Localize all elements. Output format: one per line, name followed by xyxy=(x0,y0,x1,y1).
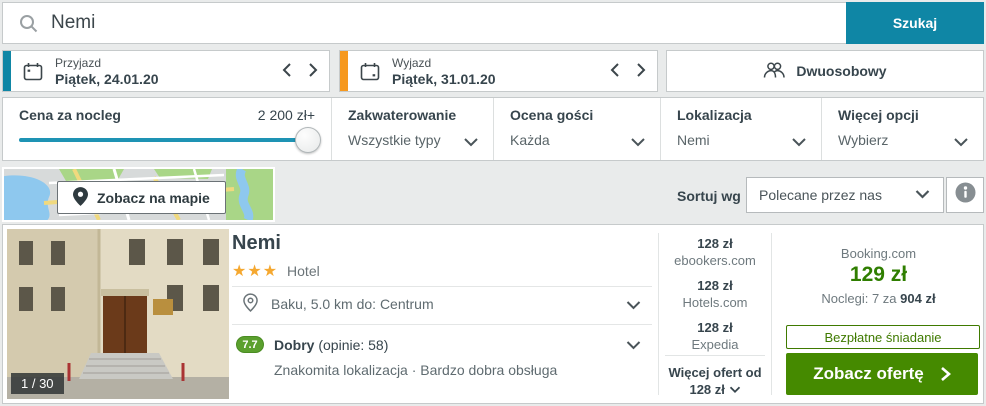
checkin-datebox[interactable]: Przyjazd Piątek, 24.01.20 xyxy=(2,50,330,92)
filter-guest-rating-label: Ocena gości xyxy=(510,107,594,123)
checkin-value: Piątek, 24.01.20 xyxy=(55,71,159,87)
filter-accommodation-label: Zakwaterowanie xyxy=(348,107,457,123)
deal-nights-total: Noclegi: 7 za 904 zł xyxy=(772,291,985,306)
offer-site: ebookers.com xyxy=(674,253,756,268)
offer-price: 128 zł xyxy=(697,278,733,293)
chevron-down-icon[interactable] xyxy=(463,135,479,153)
checkin-next-day-button[interactable] xyxy=(307,62,319,78)
rating-word: Dobry xyxy=(274,337,315,353)
checkout-accent-bar xyxy=(340,51,348,91)
offer-expedia[interactable]: 128 zł Expedia xyxy=(659,319,771,353)
sort-select-value: Polecane przez nas xyxy=(759,187,882,203)
show-on-map-label: Zobacz na mapie xyxy=(97,189,210,206)
rating-score-badge: 7.7 xyxy=(236,336,264,353)
guests-label: Dwuosobowy xyxy=(796,63,887,79)
filter-guest-rating-value[interactable]: Każda xyxy=(510,132,550,148)
filter-location-label: Lokalizacja xyxy=(677,107,752,123)
filter-price: Cena za nocleg 2 200 zł+ xyxy=(3,98,331,160)
checkin-prev-day-button[interactable] xyxy=(281,62,293,78)
chevron-down-icon[interactable] xyxy=(953,135,969,153)
rating-highlights: Znakomita lokalizacja · Bardzo dobra obs… xyxy=(274,362,558,378)
guests-icon xyxy=(763,61,786,82)
sort-label: Sortuj wg xyxy=(677,188,741,204)
more-offers-label: Więcej ofert od xyxy=(668,365,762,380)
calendar-icon xyxy=(23,62,43,86)
filter-location[interactable]: Lokalizacja Nemi xyxy=(660,98,821,160)
search-icon xyxy=(19,14,39,39)
rating-summary[interactable]: Dobry (opinie: 58) xyxy=(274,337,388,353)
hotel-card: 1 / 30 Nemi ★★★ Hotel Baku, 5.0 km do: C… xyxy=(2,224,984,404)
chevron-down-icon[interactable] xyxy=(630,135,646,153)
view-offer-label: Zobacz ofertę xyxy=(813,364,924,383)
rating-expand-chevron-icon[interactable] xyxy=(625,338,642,356)
checkin-label: Przyjazd xyxy=(55,56,102,70)
offer-site: Hotels.com xyxy=(682,295,748,310)
filter-location-value[interactable]: Nemi xyxy=(677,132,710,148)
chevron-down-icon xyxy=(914,187,931,203)
divider xyxy=(232,324,652,325)
deal-site: Booking.com xyxy=(840,246,917,261)
search-input[interactable] xyxy=(49,3,829,43)
price-slider-handle[interactable] xyxy=(295,127,321,153)
filter-more-options-label: Więcej opcji xyxy=(838,107,919,123)
hotel-name[interactable]: Nemi xyxy=(232,232,281,255)
filter-price-label: Cena za nocleg xyxy=(19,107,121,123)
deal-price: 129 zł xyxy=(849,263,908,286)
checkin-accent-bar xyxy=(3,51,11,91)
deal-nights-price: 904 zł xyxy=(900,291,936,306)
hotel-image[interactable]: 1 / 30 xyxy=(7,229,229,399)
info-icon xyxy=(955,182,976,208)
filter-more-options-value[interactable]: Wybierz xyxy=(838,132,888,148)
search-button[interactable]: Szukaj xyxy=(846,2,984,44)
image-counter-badge: 1 / 30 xyxy=(11,373,64,394)
top-deal-column: Booking.com 129 zł Noclegi: 7 za 904 zł … xyxy=(772,225,985,405)
search-bar: Szukaj xyxy=(2,2,984,44)
filter-accommodation[interactable]: Zakwaterowanie Wszystkie typy xyxy=(331,98,493,160)
hotel-location[interactable]: Baku, 5.0 km do: Centrum xyxy=(271,296,434,312)
checkout-prev-day-button[interactable] xyxy=(609,62,621,78)
filter-price-max: 2 200 zł+ xyxy=(257,107,315,123)
chevron-right-icon xyxy=(940,367,951,381)
offer-ebookers[interactable]: 128 zł ebookers.com xyxy=(659,235,771,269)
view-offer-button[interactable]: Zobacz ofertę xyxy=(786,353,978,395)
checkout-value: Piątek, 31.01.20 xyxy=(392,71,496,87)
guests-selector[interactable]: Dwuosobowy xyxy=(666,50,984,92)
filter-accommodation-value[interactable]: Wszystkie typy xyxy=(348,132,441,148)
more-offers-button[interactable]: Więcej ofert od 128 zł xyxy=(659,364,771,398)
divider xyxy=(665,355,765,356)
map-preview[interactable]: Zobacz na mapie xyxy=(0,166,275,223)
location-expand-chevron-icon[interactable] xyxy=(625,298,642,316)
chevron-down-icon xyxy=(729,386,740,394)
price-slider[interactable] xyxy=(19,127,321,153)
offer-price: 128 zł xyxy=(697,320,733,335)
location-pin-icon xyxy=(243,293,258,317)
filter-more-options[interactable]: Więcej opcji Wybierz xyxy=(821,98,983,160)
checkout-next-day-button[interactable] xyxy=(635,62,647,78)
calendar-icon xyxy=(360,62,380,86)
filter-bar: Cena za nocleg 2 200 zł+ Zakwaterowanie … xyxy=(2,97,984,161)
deal-nights-label: Noclegi: 7 za xyxy=(821,291,897,306)
offer-price: 128 zł xyxy=(697,236,733,251)
chevron-down-icon[interactable] xyxy=(791,135,807,153)
sort-info-button[interactable] xyxy=(946,177,984,213)
sort-select[interactable]: Polecane przez nas xyxy=(746,177,944,213)
free-breakfast-badge: Bezpłatne śniadanie xyxy=(786,325,980,349)
filter-guest-rating[interactable]: Ocena gości Każda xyxy=(493,98,660,160)
divider xyxy=(232,286,652,287)
show-on-map-button[interactable]: Zobacz na mapie xyxy=(57,181,226,214)
checkout-datebox[interactable]: Wyjazd Piątek, 31.01.20 xyxy=(339,50,658,92)
more-offers-price: 128 zł xyxy=(689,382,725,397)
offer-hotelscom[interactable]: 128 zł Hotels.com xyxy=(659,277,771,311)
map-pin-icon xyxy=(73,186,88,209)
hotel-search-page: Szukaj Przyjazd Piątek, 24.01.20 xyxy=(0,0,986,406)
star-rating-icons: ★★★ xyxy=(232,263,279,280)
checkout-label: Wyjazd xyxy=(392,56,432,70)
offer-site: Expedia xyxy=(691,337,739,352)
hotel-category: Hotel xyxy=(287,263,320,279)
rating-reviews: (opinie: 58) xyxy=(318,337,389,353)
other-offers-column: 128 zł ebookers.com 128 zł Hotels.com 12… xyxy=(659,225,771,405)
